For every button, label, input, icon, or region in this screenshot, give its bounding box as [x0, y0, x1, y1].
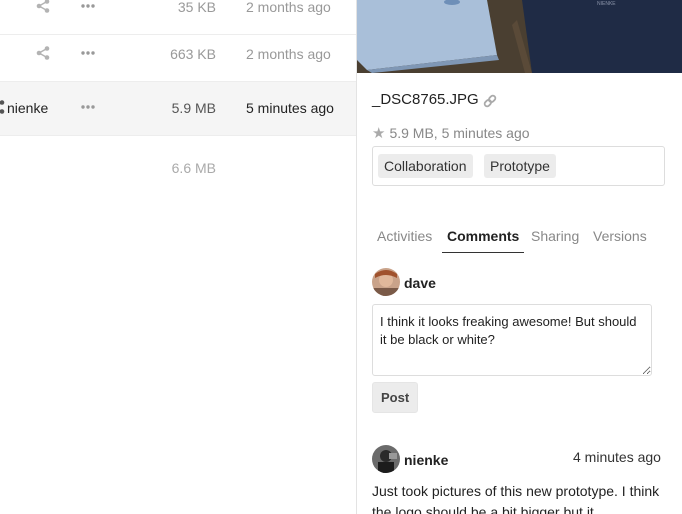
tab-activities[interactable]: Activities	[372, 228, 437, 252]
tag-prototype[interactable]: Prototype	[484, 154, 556, 178]
tags-field[interactable]: Collaboration Prototype	[372, 146, 665, 186]
file-size: 663 KB	[170, 46, 216, 62]
file-modified: 5 minutes ago	[246, 100, 334, 116]
file-row[interactable]: 663 KB 2 months ago	[0, 28, 356, 82]
details-sidebar: NIENKE _DSC8765.JPG ★ 5.9 MB, 5 minutes a…	[357, 0, 682, 514]
star-icon[interactable]: ★	[372, 125, 385, 142]
file-meta: ★ 5.9 MB, 5 minutes ago	[372, 124, 530, 142]
more-icon[interactable]	[80, 45, 96, 61]
share-icon[interactable]	[0, 99, 6, 115]
avatar	[372, 445, 400, 473]
svg-text:NIENKE: NIENKE	[597, 1, 616, 7]
file-row-selected[interactable]: nienke 5.9 MB 5 minutes ago	[0, 82, 356, 136]
comment-author: nienke	[404, 452, 449, 468]
file-preview-image: NIENKE	[357, 0, 682, 73]
file-title: _DSC8765.JPG	[372, 91, 479, 108]
post-button[interactable]: Post	[372, 382, 419, 413]
total-size: 6.6 MB	[171, 160, 216, 176]
comment-time: 4 minutes ago	[573, 449, 661, 465]
file-modified: 2 months ago	[246, 0, 331, 15]
file-list: 35 KB 2 months ago 663 KB 2 months ago n…	[0, 0, 356, 514]
avatar	[372, 268, 400, 296]
tab-comments[interactable]: Comments	[442, 228, 525, 253]
tab-sharing[interactable]: Sharing	[526, 228, 584, 252]
share-icon[interactable]	[35, 45, 51, 61]
comment-input[interactable]: I think it looks freaking awesome! But s…	[372, 304, 652, 376]
file-size: 5.9 MB	[171, 100, 216, 116]
more-icon[interactable]	[80, 99, 96, 115]
comment-text: Just took pictures of this new prototype…	[372, 483, 660, 514]
more-icon[interactable]	[80, 0, 96, 14]
tag-collaboration[interactable]: Collaboration	[378, 154, 473, 178]
shared-with-name[interactable]: nienke	[7, 100, 48, 116]
file-size: 35 KB	[177, 0, 216, 15]
file-modified: 2 months ago	[246, 46, 331, 62]
tab-versions[interactable]: Versions	[588, 228, 652, 252]
compose-author: dave	[404, 275, 436, 291]
file-meta-text: 5.9 MB, 5 minutes ago	[389, 125, 530, 141]
link-icon[interactable]	[482, 93, 498, 109]
share-icon[interactable]	[35, 0, 51, 14]
